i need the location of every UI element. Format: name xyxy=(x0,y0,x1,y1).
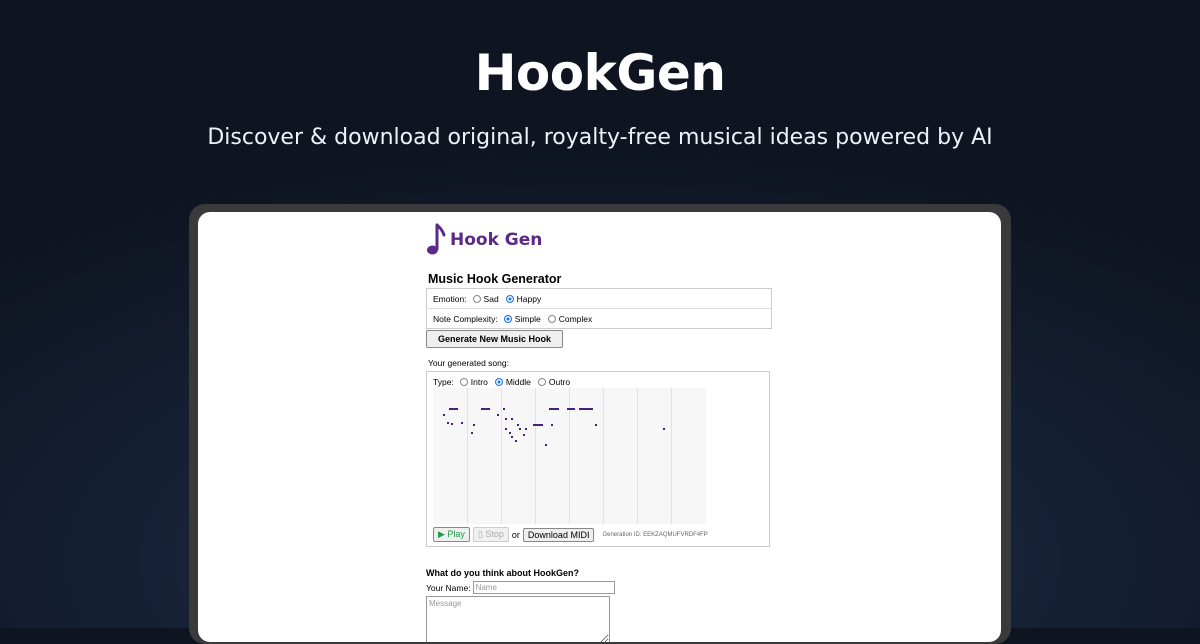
type-outro-radio[interactable] xyxy=(537,378,546,386)
name-input[interactable] xyxy=(472,581,615,594)
note-block xyxy=(505,418,507,420)
stop-button[interactable]: ▯ Stop xyxy=(472,527,509,542)
play-button[interactable]: ▶ Play xyxy=(433,527,470,542)
emotion-sad-label[interactable]: Sad xyxy=(484,294,499,304)
note-block xyxy=(505,428,507,430)
generate-hook-button[interactable]: Generate New Music Hook xyxy=(426,330,564,348)
hero-title: HookGen xyxy=(474,44,726,102)
complexity-complex-radio[interactable] xyxy=(547,314,556,323)
song-label: Your generated song: xyxy=(428,358,509,368)
note-block xyxy=(569,408,575,410)
note-block xyxy=(595,424,597,426)
app-screen: Hook Gen Music Hook Generator Emotion: S… xyxy=(198,212,1001,642)
note-block xyxy=(449,408,458,410)
options-panel: Emotion: Sad Happy Note Complexity: Simp… xyxy=(426,288,772,329)
note-block xyxy=(509,432,511,434)
note-block xyxy=(451,423,453,425)
note-block xyxy=(517,424,519,426)
note-block xyxy=(481,408,490,410)
app-title: Music Hook Generator xyxy=(428,272,562,286)
note-block xyxy=(525,428,527,430)
emotion-happy-label[interactable]: Happy xyxy=(517,294,542,304)
brand-name: Hook Gen xyxy=(450,230,543,250)
note-block xyxy=(471,432,473,434)
note-block xyxy=(473,424,475,426)
bar-divider xyxy=(603,388,604,524)
bar-divider xyxy=(501,388,502,524)
music-note-icon xyxy=(427,223,446,255)
note-block xyxy=(663,428,665,430)
name-label: Your Name: xyxy=(426,582,471,593)
note-block xyxy=(447,422,449,424)
complexity-simple-label[interactable]: Simple xyxy=(515,314,541,324)
brand-logo[interactable]: Hook Gen xyxy=(426,222,986,258)
emotion-label: Emotion: xyxy=(433,293,467,304)
note-block xyxy=(511,418,513,420)
bar-divider xyxy=(637,388,638,524)
bar-divider xyxy=(535,388,536,524)
name-row: Your Name: xyxy=(426,581,986,594)
note-block xyxy=(545,444,547,446)
download-midi-button[interactable]: Download MIDI xyxy=(522,527,595,542)
hero-subtitle: Discover & download original, royalty-fr… xyxy=(207,125,993,150)
type-outro-label[interactable]: Outro xyxy=(549,377,570,387)
type-label: Type: xyxy=(433,377,454,387)
note-block xyxy=(585,408,593,410)
note-block xyxy=(523,434,525,436)
type-intro-radio[interactable] xyxy=(459,378,468,386)
type-row: Type: Intro Middle Outro xyxy=(427,372,769,388)
note-block xyxy=(443,414,445,416)
song-panel: Type: Intro Middle Outro ▶ Play ▯ Stop o… xyxy=(426,371,770,547)
note-block xyxy=(511,436,513,438)
type-middle-radio[interactable] xyxy=(494,378,503,386)
type-middle-label[interactable]: Middle xyxy=(506,377,531,387)
emotion-happy-radio[interactable] xyxy=(505,294,514,303)
note-block xyxy=(497,414,499,416)
note-block xyxy=(461,422,463,424)
playback-controls: ▶ Play ▯ Stop or Download MIDI Generatio… xyxy=(433,527,708,542)
feedback-title: What do you think about HookGen? xyxy=(426,568,579,578)
piano-roll xyxy=(433,388,706,524)
complexity-complex-label[interactable]: Complex xyxy=(559,314,593,324)
note-block xyxy=(503,408,505,410)
or-text: or xyxy=(511,529,520,540)
bar-divider xyxy=(671,388,672,524)
complexity-simple-radio[interactable] xyxy=(503,314,512,323)
note-block xyxy=(551,424,553,426)
app-content: Hook Gen Music Hook Generator Emotion: S… xyxy=(426,222,986,642)
generation-id: Generation ID: EEKZAQMUFVRDF4FP xyxy=(602,531,708,538)
emotion-row: Emotion: Sad Happy xyxy=(427,289,771,308)
note-block xyxy=(515,440,517,442)
complexity-row: Note Complexity: Simple Complex xyxy=(427,308,771,328)
emotion-sad-radio[interactable] xyxy=(472,294,481,303)
bar-divider xyxy=(467,388,468,524)
type-intro-label[interactable]: Intro xyxy=(471,377,488,387)
note-block xyxy=(551,408,559,410)
complexity-label: Note Complexity: xyxy=(433,313,498,324)
message-input[interactable] xyxy=(426,596,610,642)
note-block xyxy=(533,424,543,426)
note-block xyxy=(519,428,521,430)
